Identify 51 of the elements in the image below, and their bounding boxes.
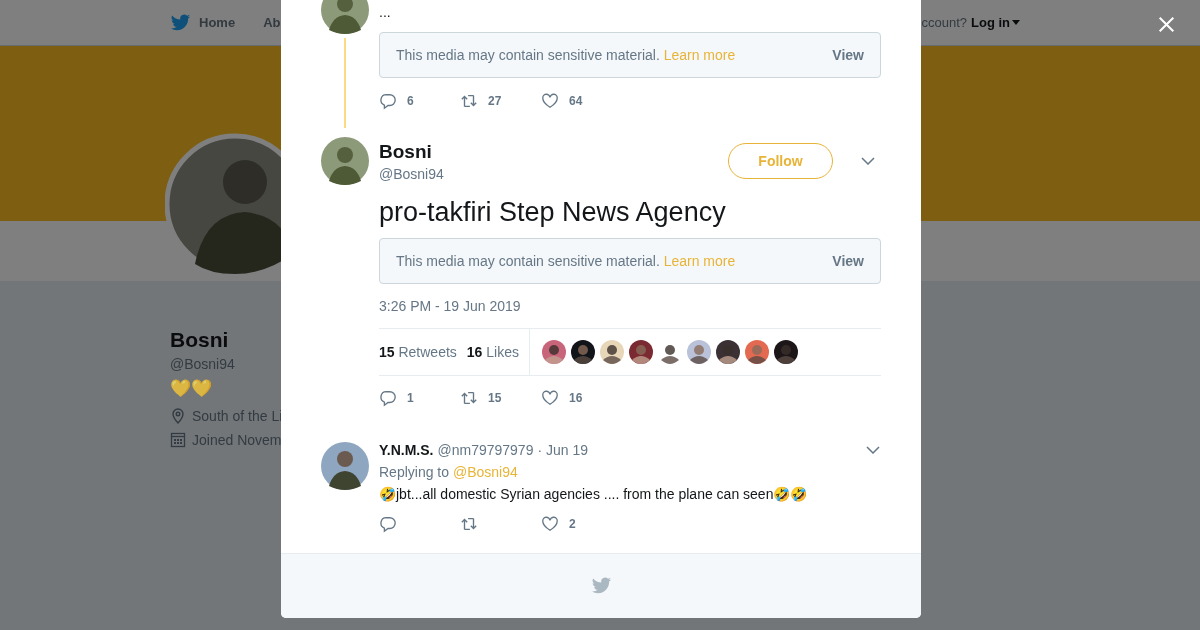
retweet-button[interactable]: 15 (460, 388, 541, 408)
like-button[interactable]: 16 (541, 388, 622, 408)
profile-joined: Joined Novem (192, 432, 282, 448)
location-pin-icon (170, 408, 186, 424)
login-link[interactable]: Log in (971, 15, 1020, 30)
reply-button[interactable]: 1 (379, 388, 460, 408)
close-icon[interactable] (1158, 16, 1175, 33)
author-handle[interactable]: @nm79797979 (437, 442, 534, 458)
likes-count[interactable]: 16 Likes (466, 344, 519, 360)
avatar[interactable] (321, 0, 369, 34)
author-handle[interactable]: @Bosni94 (379, 165, 718, 182)
heart-icon (541, 515, 559, 533)
like-button[interactable]: 2 (541, 514, 622, 534)
retweet-icon (460, 515, 478, 533)
nav-link[interactable]: Home (199, 15, 236, 30)
calendar-icon (170, 432, 186, 448)
tweet-timestamp[interactable]: 3:26 PM - 19 Jun 2019 (379, 298, 881, 314)
tweet-date[interactable]: · Jun 19 (537, 442, 588, 458)
heart-icon (541, 92, 559, 110)
replying-to-text: Replying to @Bosni94 (379, 464, 519, 480)
profile-location: South of the Li (192, 408, 283, 424)
notice-text: This media may contain sensitive material. Learn more (396, 253, 736, 269)
profile-name: Bosni (170, 328, 229, 352)
chevron-down-icon[interactable] (861, 157, 875, 165)
tweet-text: ... (379, 4, 392, 22)
speech-bubble-icon (379, 515, 397, 533)
notice-text: This media may contain sensitive material. Learn more (396, 47, 736, 63)
speech-bubble-icon (379, 389, 397, 407)
speech-bubble-icon (379, 92, 397, 110)
chevron-down-icon[interactable] (866, 446, 880, 454)
retweet-button[interactable]: 27 (460, 91, 541, 111)
retweet-icon (460, 389, 478, 407)
tweet-text: pro-takfiri Step News Agency (379, 197, 727, 228)
profile-handle: @Bosni94 (170, 356, 235, 372)
heart-icon (541, 389, 559, 407)
profile-bio: 💛💛 (170, 378, 212, 400)
account-prompt: ccount? (921, 15, 967, 30)
tweet-text: 🤣jbt...all domestic Syrian agencies .... from the plane can seen🤣🤣 (379, 486, 809, 502)
retweets-count[interactable]: 15 Retweets (379, 344, 457, 360)
author-name[interactable]: Y.N.M.S. (379, 442, 434, 458)
avatar[interactable] (321, 442, 369, 490)
avatar[interactable] (321, 137, 369, 185)
author-name[interactable]: Bosni (379, 140, 718, 163)
retweet-icon (460, 92, 478, 110)
like-button[interactable]: 64 (541, 91, 622, 111)
view-button[interactable]: View (832, 253, 864, 269)
bird-icon (590, 577, 612, 595)
nav-link[interactable]: Ab (263, 15, 281, 30)
caret-icon (1012, 20, 1020, 25)
reply-button[interactable]: 6 (379, 91, 460, 111)
view-button[interactable]: View (832, 47, 864, 63)
